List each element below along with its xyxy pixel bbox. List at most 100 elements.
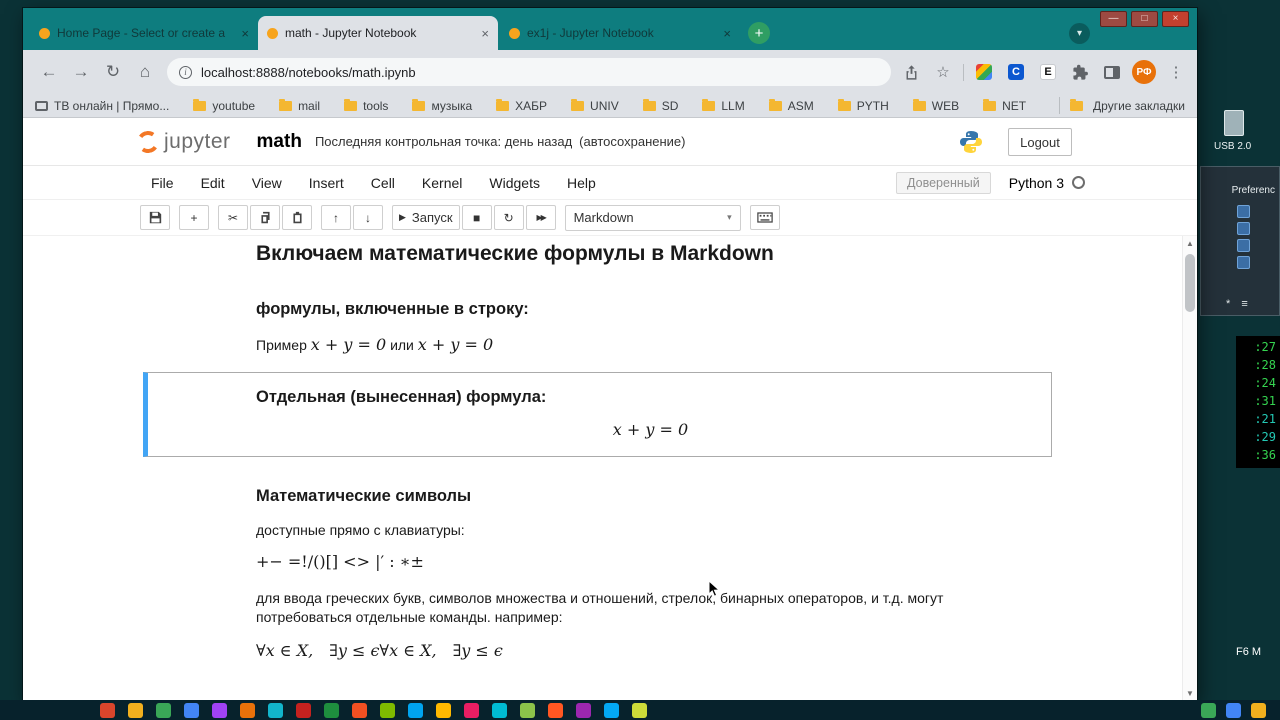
menu-cell[interactable]: Cell xyxy=(371,175,395,191)
address-bar[interactable]: i localhost:8888/notebooks/math.ipynb xyxy=(167,58,891,86)
taskbar-app-icon[interactable] xyxy=(296,702,311,718)
taskbar-app-icon[interactable] xyxy=(436,702,451,718)
cut-cell-button[interactable]: ✂ xyxy=(218,205,248,230)
notebook-title[interactable]: math xyxy=(257,131,302,153)
bookmark-item[interactable]: tools xyxy=(344,98,388,113)
paste-cell-button[interactable] xyxy=(282,205,312,230)
taskbar-tray-icon[interactable] xyxy=(1251,702,1266,718)
taskbar-app-icon[interactable] xyxy=(324,702,339,718)
scrollbar-thumb[interactable] xyxy=(1185,254,1195,312)
tab-close-icon[interactable]: × xyxy=(723,26,731,41)
taskbar-app-icon[interactable] xyxy=(352,702,367,718)
taskbar-app-icon[interactable] xyxy=(464,702,479,718)
scroll-up-icon[interactable]: ▲ xyxy=(1183,236,1197,250)
bookmark-item[interactable]: mail xyxy=(279,98,320,113)
app-tile-icon[interactable] xyxy=(1237,239,1250,252)
markdown-cell[interactable]: Включаем математические формулы в Markdo… xyxy=(143,242,1052,354)
other-bookmarks[interactable]: Другие закладки xyxy=(1059,97,1185,114)
bookmark-item[interactable]: youtube xyxy=(193,98,255,113)
minimize-button[interactable]: — xyxy=(1100,11,1127,27)
taskbar-app-icon[interactable] xyxy=(184,702,199,718)
taskbar-tray-icon[interactable] xyxy=(1201,702,1216,718)
reload-icon[interactable]: ↻ xyxy=(99,58,127,86)
jupyter-logo-icon[interactable] xyxy=(135,128,161,155)
tab-search-chevron-icon[interactable]: ▾ xyxy=(1069,23,1090,44)
bookmark-item[interactable]: NET xyxy=(983,98,1026,113)
cell-type-dropdown[interactable]: Markdown ▾ xyxy=(564,204,741,231)
profile-avatar[interactable]: РФ xyxy=(1132,60,1156,84)
taskbar-app-icon[interactable] xyxy=(128,702,143,718)
bookmark-item[interactable]: LLM xyxy=(702,98,745,113)
copy-cell-button[interactable] xyxy=(250,205,280,230)
menu-help[interactable]: Help xyxy=(567,175,596,191)
extension-colorful-icon[interactable] xyxy=(972,60,996,84)
app-tile-icon[interactable] xyxy=(1237,256,1250,269)
bookmark-item[interactable]: PYTH xyxy=(837,98,889,113)
taskbar-app-icon[interactable] xyxy=(156,702,171,718)
extension-c-icon[interactable]: C xyxy=(1004,60,1028,84)
menu-kernel[interactable]: Kernel xyxy=(422,175,462,191)
tab-close-icon[interactable]: × xyxy=(241,26,249,41)
taskbar-app-icon[interactable] xyxy=(520,702,535,718)
move-cell-down-button[interactable]: ↓ xyxy=(353,205,383,230)
tab-ex1j-notebook[interactable]: ex1j - Jupyter Notebook × xyxy=(500,16,740,50)
taskbar-app-icon[interactable] xyxy=(632,702,647,718)
bookmark-item[interactable]: ASM xyxy=(768,98,814,113)
taskbar-app-icon[interactable] xyxy=(240,702,255,718)
markdown-cell[interactable]: Математические символы доступные прямо с… xyxy=(143,487,1052,660)
notebook-scrollbar[interactable]: ▲ ▼ xyxy=(1182,236,1197,700)
taskbar-app-icon[interactable] xyxy=(268,702,283,718)
taskbar-app-icon[interactable] xyxy=(604,702,619,718)
taskbar-app-icon[interactable] xyxy=(212,702,227,718)
share-icon[interactable] xyxy=(899,60,923,84)
restart-kernel-button[interactable]: ↻ xyxy=(493,205,524,230)
background-window[interactable]: Preferenc xyxy=(1200,166,1280,316)
interrupt-kernel-button[interactable]: ■ xyxy=(461,205,492,230)
scroll-down-icon[interactable]: ▼ xyxy=(1183,686,1197,700)
taskbar-app-icon[interactable] xyxy=(100,702,115,718)
bookmark-item[interactable]: музыка xyxy=(412,98,472,113)
run-cell-button[interactable]: ▶ Запуск xyxy=(392,205,460,230)
taskbar-tray-icon[interactable] xyxy=(1226,702,1241,718)
save-button[interactable] xyxy=(140,205,170,230)
taskbar-app-icon[interactable] xyxy=(492,702,507,718)
bookmark-star-icon[interactable]: ☆ xyxy=(931,60,955,84)
menu-view[interactable]: View xyxy=(252,175,282,191)
bookmark-item[interactable]: ХАБР xyxy=(496,98,547,113)
usb-device-icon[interactable] xyxy=(1224,110,1244,136)
selected-markdown-cell[interactable]: Отдельная (вынесенная) формула: x + y = … xyxy=(143,372,1052,458)
taskbar-app-icon[interactable] xyxy=(408,702,423,718)
command-palette-button[interactable] xyxy=(749,205,780,230)
tab-home-page[interactable]: Home Page - Select or create a × xyxy=(30,16,258,50)
taskbar-app-icon[interactable] xyxy=(548,702,563,718)
side-panel-icon[interactable] xyxy=(1100,60,1124,84)
back-icon[interactable]: ← xyxy=(35,58,63,86)
tab-close-icon[interactable]: × xyxy=(481,26,489,41)
move-cell-up-button[interactable]: ↑ xyxy=(321,205,351,230)
tab-math-notebook[interactable]: math - Jupyter Notebook × xyxy=(258,16,498,50)
menu-edit[interactable]: Edit xyxy=(201,175,225,191)
add-cell-button[interactable]: + xyxy=(179,205,209,230)
jupyter-logo-text[interactable]: jupyter xyxy=(164,130,231,154)
browser-menu-icon[interactable]: ⋮ xyxy=(1164,60,1188,84)
bookmark-item[interactable]: ТВ онлайн | Прямо... xyxy=(35,99,169,113)
menu-insert[interactable]: Insert xyxy=(309,175,344,191)
maximize-button[interactable]: □ xyxy=(1131,11,1158,27)
menu-file[interactable]: File xyxy=(151,175,174,191)
forward-icon[interactable]: → xyxy=(67,58,95,86)
restart-run-all-button[interactable]: ▶▶ xyxy=(525,205,556,230)
home-icon[interactable]: ⌂ xyxy=(131,58,159,86)
extension-e-icon[interactable]: E xyxy=(1036,60,1060,84)
url-text[interactable]: localhost:8888/notebooks/math.ipynb xyxy=(201,65,416,80)
app-tile-icon[interactable] xyxy=(1237,205,1250,218)
logout-button[interactable]: Logout xyxy=(1008,128,1072,156)
bookmark-item[interactable]: UNIV xyxy=(571,98,619,113)
site-info-icon[interactable]: i xyxy=(179,65,192,79)
bookmark-item[interactable]: WEB xyxy=(912,98,959,113)
taskbar-app-icon[interactable] xyxy=(576,702,591,718)
new-tab-button[interactable]: + xyxy=(748,22,770,44)
close-button[interactable]: × xyxy=(1162,11,1189,27)
menu-widgets[interactable]: Widgets xyxy=(489,175,540,191)
extensions-puzzle-icon[interactable] xyxy=(1068,60,1092,84)
app-tile-icon[interactable] xyxy=(1237,222,1250,235)
